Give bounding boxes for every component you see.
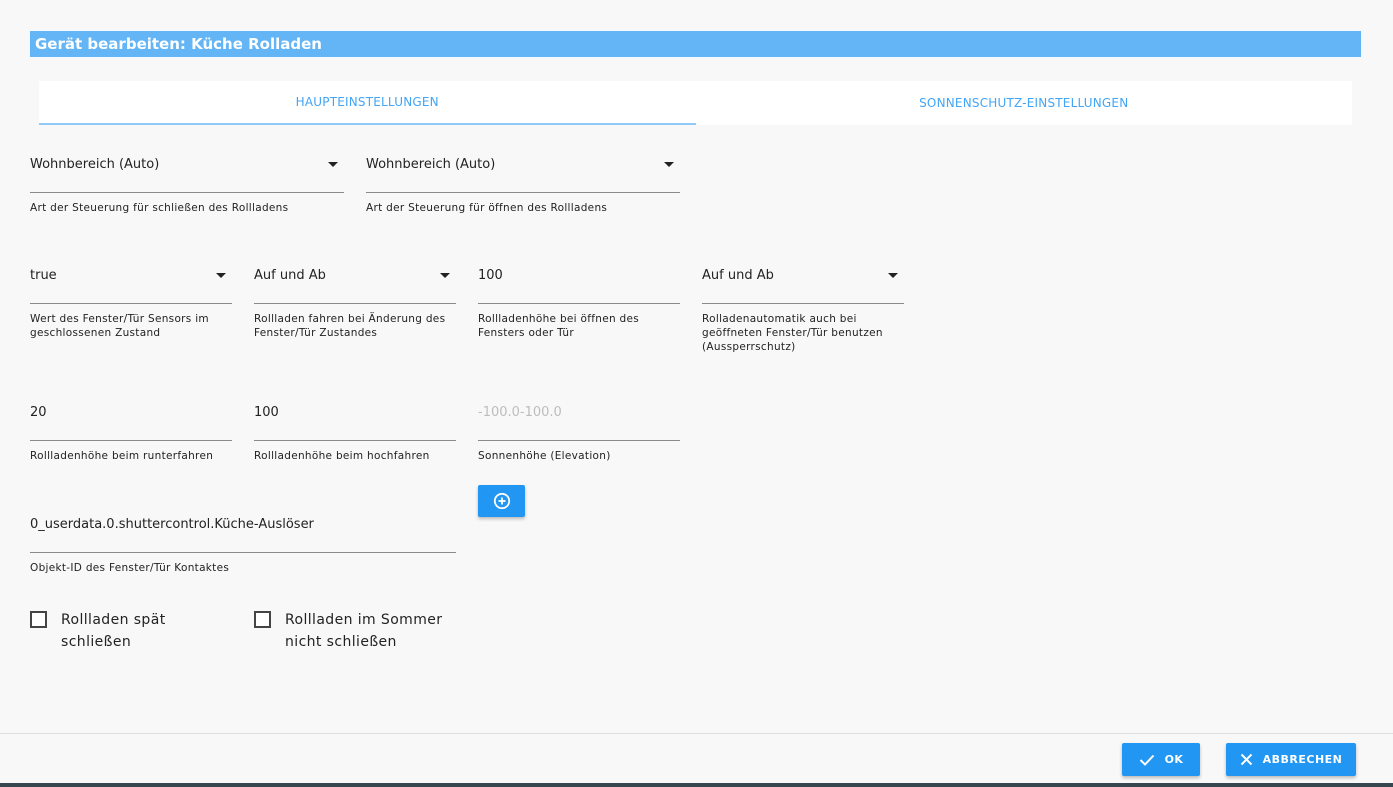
lockout-protection-value: Auf und Ab	[702, 268, 774, 283]
window-bottom-bar	[0, 783, 1393, 787]
sensor-value-value: true	[30, 268, 57, 283]
lockout-protection-helper: Rolladenautomatik auch bei geöffneten Fe…	[702, 313, 883, 353]
object-id-helper: Objekt-ID des Fenster/Tür Kontaktes	[30, 562, 230, 574]
dropdown-caret-icon[interactable]	[888, 273, 898, 278]
dropdown-caret-icon[interactable]	[216, 273, 226, 278]
elevation-helper: Sonnenhöhe (Elevation)	[478, 450, 611, 462]
tab-bar: HAUPTEINSTELLUNGEN SONNENSCHUTZ-EINSTELL…	[39, 81, 1352, 125]
cancel-button-label: ABBRECHEN	[1262, 753, 1343, 766]
height-up-input[interactable]: 100 Rollladenhöhe beim hochfahren	[254, 401, 456, 463]
open-control-helper: Art der Steuerung für öffnen des Rolllad…	[366, 202, 608, 214]
close-control-select[interactable]: Wohnbereich (Auto) Art der Steuerung für…	[30, 153, 344, 215]
close-control-helper: Art der Steuerung für schließen des Roll…	[30, 202, 289, 214]
sensor-value-helper: Wert des Fenster/Tür Sensors im geschlos…	[30, 313, 209, 339]
drive-on-change-value: Auf und Ab	[254, 268, 326, 283]
height-on-open-input[interactable]: 100 Rollladenhöhe bei öffnen des Fenster…	[478, 264, 680, 340]
height-down-input[interactable]: 20 Rollladenhöhe beim runterfahren	[30, 401, 232, 463]
tab-main-settings[interactable]: HAUPTEINSTELLUNGEN	[39, 81, 696, 125]
add-elevation-button[interactable]	[478, 485, 525, 517]
dropdown-caret-icon[interactable]	[328, 162, 338, 167]
ok-button-label: OK	[1164, 753, 1184, 766]
late-close-checkbox[interactable]	[30, 611, 47, 628]
tab-sun-protection-settings[interactable]: SONNENSCHUTZ-EINSTELLUNGEN	[696, 81, 1353, 125]
summer-no-close-checkbox[interactable]	[254, 611, 271, 628]
summer-no-close-label[interactable]: Rollladen im Sommer nicht schließen	[285, 609, 454, 653]
height-up-helper: Rollladenhöhe beim hochfahren	[254, 450, 430, 462]
late-close-label[interactable]: Rollladen spät schließen	[61, 609, 240, 653]
ok-button[interactable]: OK	[1122, 743, 1200, 776]
object-id-value[interactable]: 0_userdata.0.shuttercontrol.Küche-Auslös…	[30, 513, 456, 553]
height-down-helper: Rollladenhöhe beim runterfahren	[30, 450, 214, 462]
drive-on-change-select[interactable]: Auf und Ab Rollladen fahren bei Änderung…	[254, 264, 456, 340]
close-icon	[1240, 753, 1252, 766]
lockout-protection-select[interactable]: Auf und Ab Rolladenautomatik auch bei ge…	[702, 264, 904, 354]
summer-no-close-checkbox-row[interactable]: Rollladen im Sommer nicht schließen	[254, 609, 454, 653]
dropdown-caret-icon[interactable]	[440, 273, 450, 278]
open-control-select[interactable]: Wohnbereich (Auto) Art der Steuerung für…	[366, 153, 680, 215]
close-control-value: Wohnbereich (Auto)	[30, 157, 160, 172]
elevation-placeholder[interactable]: -100.0-100.0	[478, 401, 680, 441]
plus-circle-icon	[493, 492, 510, 510]
cancel-button[interactable]: ABBRECHEN	[1226, 743, 1356, 776]
elevation-input[interactable]: -100.0-100.0 Sonnenhöhe (Elevation)	[478, 401, 680, 463]
object-id-input[interactable]: 0_userdata.0.shuttercontrol.Küche-Auslös…	[30, 513, 456, 575]
late-close-checkbox-row[interactable]: Rollladen spät schließen	[30, 609, 240, 653]
dialog-title: Gerät bearbeiten: Küche Rolladen	[30, 31, 1361, 57]
footer-divider	[0, 733, 1393, 734]
height-on-open-helper: Rollladenhöhe bei öffnen des Fensters od…	[478, 313, 640, 339]
height-up-value[interactable]: 100	[254, 401, 456, 441]
open-control-value: Wohnbereich (Auto)	[366, 157, 496, 172]
check-icon	[1139, 754, 1154, 766]
height-on-open-value[interactable]: 100	[478, 264, 680, 304]
dropdown-caret-icon[interactable]	[664, 162, 674, 167]
height-down-value[interactable]: 20	[30, 401, 232, 441]
sensor-value-select[interactable]: true Wert des Fenster/Tür Sensors im ges…	[30, 264, 232, 340]
drive-on-change-helper: Rollladen fahren bei Änderung des Fenste…	[254, 313, 446, 339]
